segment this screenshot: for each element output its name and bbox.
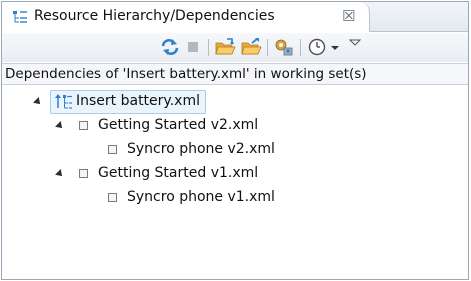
- tree-node-label: Syncro phone v2.xml: [127, 141, 275, 157]
- resource-hierarchy-view: Resource Hierarchy/Dependencies ☒ Depend…: [1, 1, 469, 280]
- toolbar-separator: [208, 39, 209, 56]
- file-node-icon: [108, 193, 117, 202]
- file-node-icon: [79, 169, 88, 178]
- expand-twisty-icon[interactable]: [33, 97, 43, 107]
- view-menu-icon[interactable]: [348, 35, 362, 55]
- hierarchy-node-icon: [55, 94, 72, 109]
- tree-node[interactable]: Getting Started v1.xml: [2, 162, 468, 186]
- hierarchy-view-icon: [13, 11, 27, 23]
- history-dropdown-icon[interactable]: [329, 37, 341, 57]
- tree-node-label: Syncro phone v1.xml: [127, 189, 275, 205]
- tree-node[interactable]: Syncro phone v1.xml: [2, 186, 468, 210]
- close-view-icon[interactable]: ☒: [342, 7, 355, 25]
- tree-node-label: Getting Started v1.xml: [98, 165, 259, 181]
- open-folder-arrow-icon[interactable]: [240, 37, 262, 57]
- toolbar-separator: [300, 39, 301, 56]
- view-tab[interactable]: Resource Hierarchy/Dependencies ☒: [2, 2, 370, 32]
- dependencies-header-text: Dependencies of 'Insert battery.xml' in …: [5, 66, 367, 82]
- tree-node[interactable]: Getting Started v2.xml: [2, 114, 468, 138]
- expand-twisty-icon[interactable]: [55, 121, 65, 131]
- dependency-tree: Insert battery.xml Getting Started v2.xm…: [2, 86, 468, 279]
- view-tab-strip: Resource Hierarchy/Dependencies ☒: [2, 2, 468, 32]
- tree-node-label: Insert battery.xml: [76, 93, 200, 109]
- file-node-icon: [108, 145, 117, 154]
- toolbar-separator: [267, 39, 268, 56]
- view-tab-title: Resource Hierarchy/Dependencies: [34, 8, 275, 24]
- configure-icon[interactable]: [273, 37, 295, 57]
- refresh-icon[interactable]: [159, 37, 181, 57]
- dependencies-header: Dependencies of 'Insert battery.xml' in …: [2, 63, 468, 85]
- history-icon[interactable]: [307, 37, 327, 57]
- tree-node-root[interactable]: Insert battery.xml: [2, 90, 468, 114]
- tree-node-label: Getting Started v2.xml: [98, 117, 259, 133]
- open-folder-icon[interactable]: [214, 37, 236, 57]
- expand-twisty-icon[interactable]: [55, 169, 65, 179]
- file-node-icon: [79, 121, 88, 130]
- view-toolbar: [2, 33, 468, 62]
- tree-node[interactable]: Syncro phone v2.xml: [2, 138, 468, 162]
- stop-icon[interactable]: [185, 37, 203, 57]
